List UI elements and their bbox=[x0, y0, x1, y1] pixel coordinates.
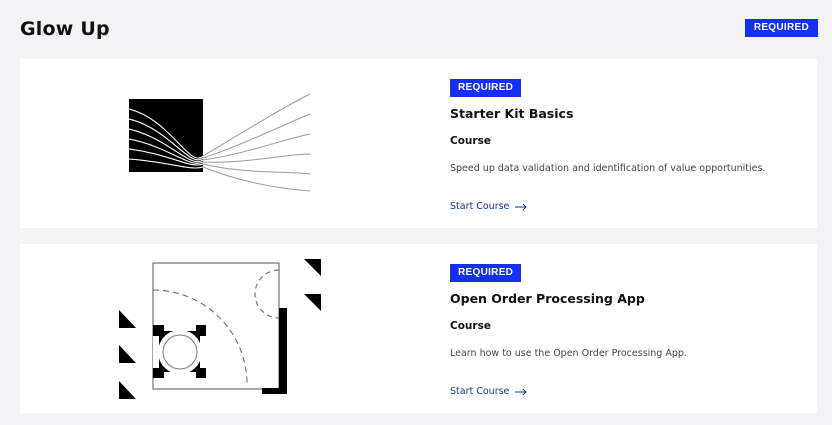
square-curves-illustration-icon bbox=[128, 93, 311, 192]
geometric-circle-illustration-icon bbox=[119, 259, 321, 399]
course-type: Course bbox=[450, 135, 491, 147]
arrow-right-icon bbox=[515, 388, 528, 395]
arrow-right-icon bbox=[515, 203, 528, 210]
course-card-content: REQUIRED Open Order Processing App Cours… bbox=[450, 260, 797, 359]
page-header: Glow Up REQUIRED bbox=[20, 18, 818, 44]
start-course-label: Start Course bbox=[450, 386, 510, 397]
required-badge: REQUIRED bbox=[450, 79, 522, 97]
page-title: Glow Up bbox=[20, 18, 110, 40]
start-course-label: Start Course bbox=[450, 201, 510, 212]
course-description: Speed up data validation and identificat… bbox=[450, 163, 766, 174]
course-title: Starter Kit Basics bbox=[450, 106, 574, 121]
course-description: Learn how to use the Open Order Processi… bbox=[450, 348, 687, 359]
required-badge: REQUIRED bbox=[744, 19, 818, 37]
start-course-link[interactable]: Start Course bbox=[450, 201, 528, 212]
course-card[interactable]: REQUIRED Starter Kit Basics Course Speed… bbox=[20, 59, 817, 228]
course-card-content: REQUIRED Starter Kit Basics Course Speed… bbox=[450, 75, 797, 174]
course-title: Open Order Processing App bbox=[450, 291, 645, 306]
course-type: Course bbox=[450, 320, 491, 332]
required-badge: REQUIRED bbox=[450, 264, 522, 282]
start-course-link[interactable]: Start Course bbox=[450, 386, 528, 397]
course-card[interactable]: REQUIRED Open Order Processing App Cours… bbox=[20, 244, 817, 413]
